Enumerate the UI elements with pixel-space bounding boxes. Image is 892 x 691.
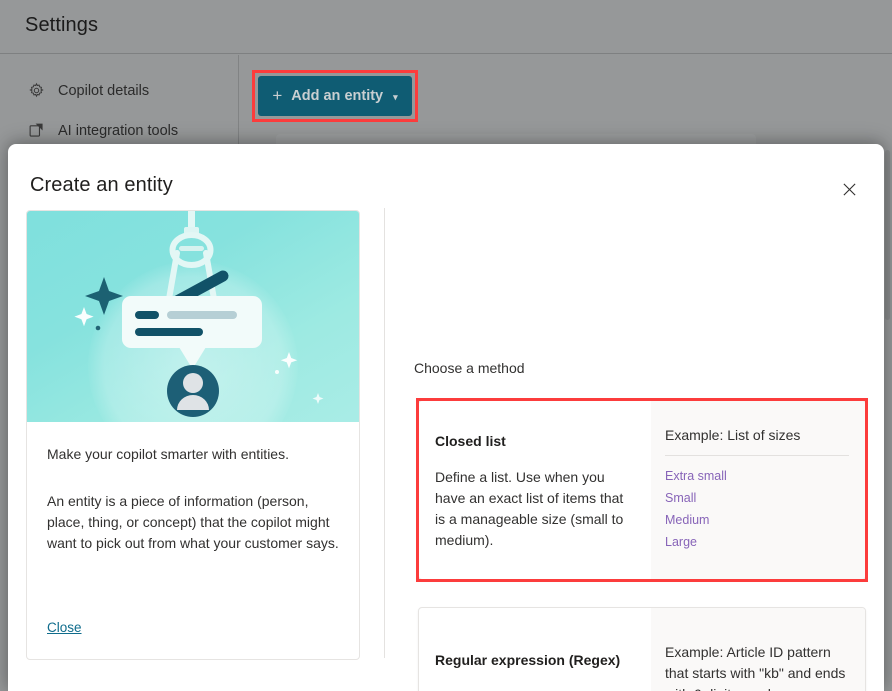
close-link[interactable]: Close (47, 620, 82, 635)
entity-info-text: Make your copilot smarter with entities.… (27, 422, 359, 554)
page-scrollbar[interactable] (885, 150, 890, 320)
page-title: Settings (25, 14, 99, 36)
entity-info-headline: Make your copilot smarter with entities. (47, 446, 289, 462)
example-separator (665, 455, 849, 456)
choose-a-method-label: Choose a method (414, 360, 525, 376)
example-title: Example: Article ID pattern that starts … (665, 644, 846, 691)
method-card-closed-list[interactable]: Closed list Define a list. Use when you … (418, 400, 866, 580)
entity-info-body: An entity is a piece of information (per… (47, 493, 339, 551)
entity-info-card: Make your copilot smarter with entities.… (26, 210, 360, 660)
sidebar-item-copilot-details[interactable]: Copilot details (28, 82, 149, 99)
add-entity-highlight-box (252, 70, 418, 122)
method-card-title: Regular expression (Regex) (435, 652, 621, 668)
method-card-regex[interactable]: Regular expression (Regex) Define a spec… (418, 607, 866, 691)
method-card-body: Closed list Define a list. Use when you … (419, 401, 651, 579)
page-header: Settings (0, 0, 892, 54)
gear-icon (28, 82, 45, 99)
method-card-description: Define a list. Use when you have an exac… (435, 469, 624, 548)
example-value: Medium (665, 513, 710, 527)
sidebar-item-label: AI integration tools (58, 122, 179, 139)
claw-grabbing-chat-bubble-illustration (27, 211, 359, 422)
create-an-entity-dialog: Create an entity Make your copilot smart… (8, 144, 884, 691)
close-icon[interactable] (834, 174, 864, 204)
example-value: Extra small (665, 469, 727, 483)
clipboard-app-icon (28, 122, 45, 139)
method-card-description: Define a specific logical pattern, such … (435, 686, 629, 691)
sidebar-item-ai-integration-tools[interactable]: AI integration tools (28, 122, 178, 139)
method-card-title: Closed list (435, 433, 506, 449)
sidebar-item-label: Copilot details (58, 82, 150, 99)
method-card-example: Example: List of sizes Extra small Small… (651, 401, 865, 579)
method-card-example: Example: Article ID pattern that starts … (651, 608, 865, 691)
example-value: Small (665, 491, 697, 505)
example-value: Large (665, 535, 697, 549)
dialog-title: Create an entity (30, 174, 173, 196)
example-title: Example: List of sizes (665, 427, 801, 443)
panel-divider (384, 208, 385, 658)
method-card-body: Regular expression (Regex) Define a spec… (419, 608, 651, 691)
